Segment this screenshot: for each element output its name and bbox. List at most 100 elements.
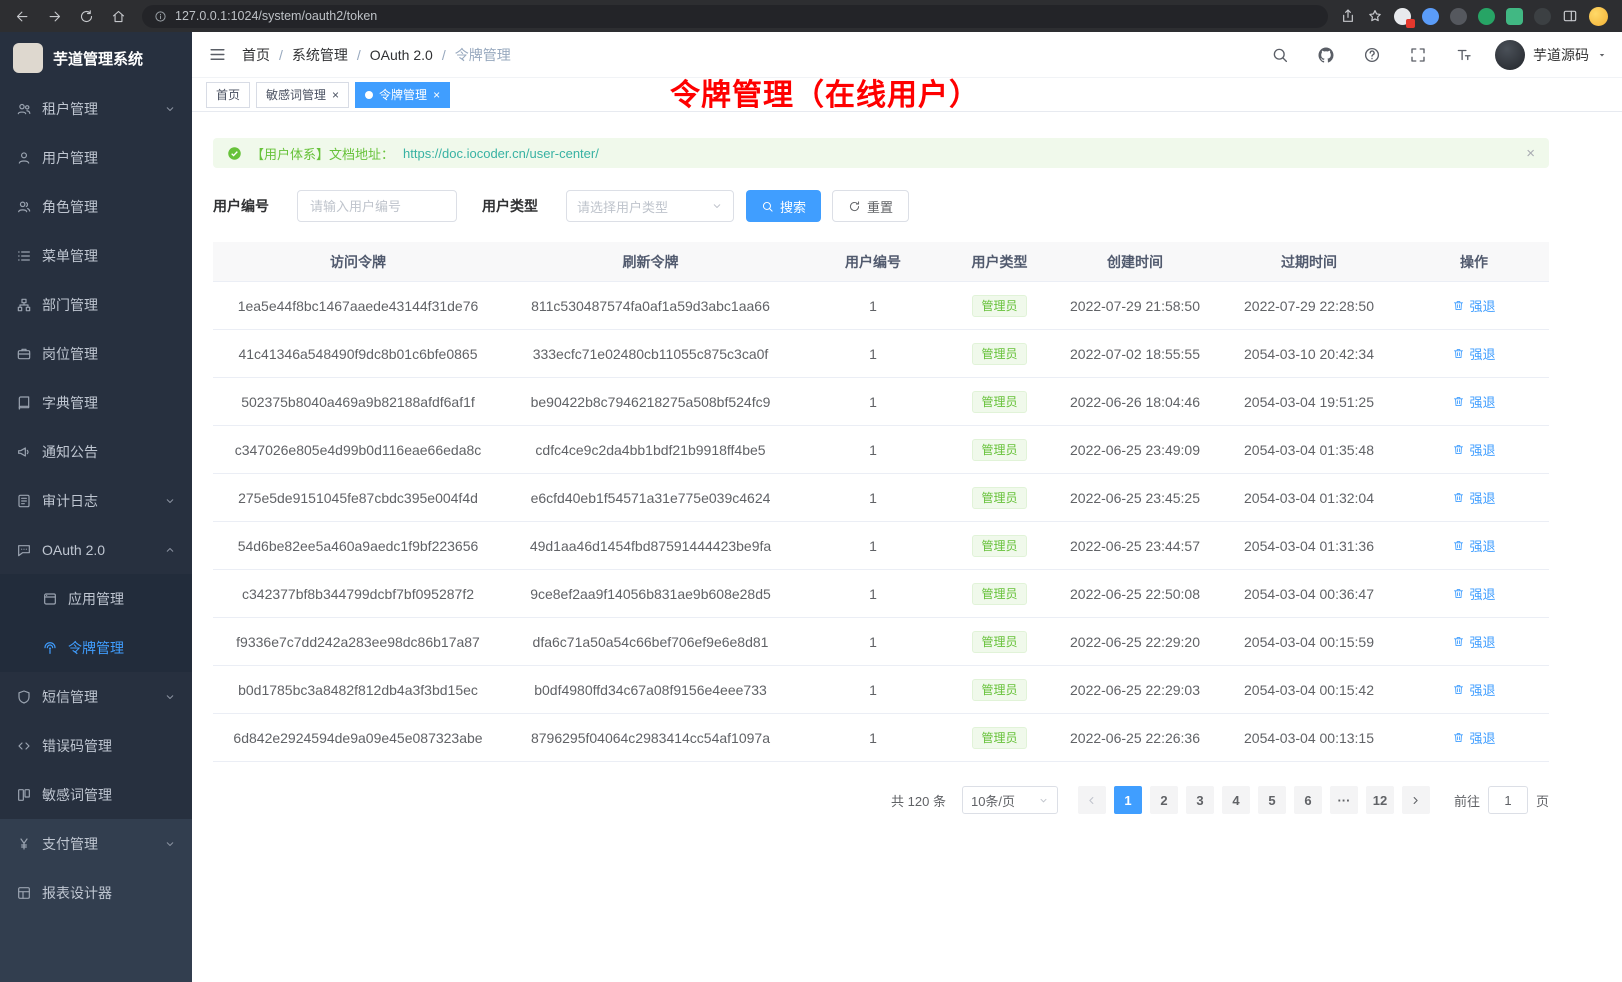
user-id-cell: 1 <box>798 442 948 458</box>
forward-button[interactable] <box>42 4 66 28</box>
address-bar[interactable]: 127.0.0.1:1024/system/oauth2/token <box>142 5 1328 28</box>
total-count: 共 120 条 <box>891 791 946 810</box>
font-size-icon[interactable] <box>1449 40 1479 70</box>
sidebar-item-oauth2[interactable]: OAuth 2.0 <box>0 525 192 574</box>
page-button-4[interactable]: 4 <box>1222 786 1250 814</box>
sidebar-item-report-designer[interactable]: 报表设计器 <box>0 868 192 917</box>
app-window-icon <box>42 591 58 607</box>
page-content: 【用户体系】文档地址： https://doc.iocoder.cn/user-… <box>192 112 1622 814</box>
breadcrumb-item-home[interactable]: 首页 <box>242 45 270 65</box>
close-icon[interactable]: × <box>433 89 440 101</box>
extension-icon-5[interactable] <box>1506 8 1523 25</box>
reset-button[interactable]: 重置 <box>832 190 909 222</box>
table-row: 275e5de9151045fe87cbdc395e004f4d e6cfd40… <box>213 474 1549 522</box>
extension-icon-4[interactable] <box>1478 8 1495 25</box>
force-logout-button[interactable]: 强退 <box>1452 440 1495 459</box>
action-cell: 强退 <box>1399 296 1549 315</box>
force-logout-button[interactable]: 强退 <box>1452 344 1495 363</box>
refresh-token-cell: 8796295f04064c2983414cc54af1097a <box>503 730 798 746</box>
browser-profile-avatar[interactable] <box>1589 7 1608 26</box>
user-type-cell: 管理员 <box>948 487 1051 509</box>
share-icon[interactable] <box>1340 8 1356 24</box>
help-icon[interactable] <box>1357 40 1387 70</box>
user-menu[interactable]: 芋道源码 <box>1495 40 1607 70</box>
sidebar-item-oauth2-app[interactable]: 应用管理 <box>0 574 192 623</box>
sidebar-item-user[interactable]: 用户管理 <box>0 133 192 182</box>
sidebar-item-oauth2-token[interactable]: 令牌管理 <box>0 623 192 672</box>
tab-sensitive-word[interactable]: 敏感词管理 × <box>256 82 349 108</box>
doc-link[interactable]: https://doc.iocoder.cn/user-center/ <box>403 146 599 161</box>
force-logout-button[interactable]: 强退 <box>1452 632 1495 651</box>
page-button-6[interactable]: 6 <box>1294 786 1322 814</box>
sidebar-item-sms[interactable]: 短信管理 <box>0 672 192 721</box>
force-logout-button[interactable]: 强退 <box>1452 680 1495 699</box>
sidebar-item-label: 通知公告 <box>42 442 176 462</box>
extension-icon-2[interactable] <box>1422 8 1439 25</box>
sidebar-item-role[interactable]: 角色管理 <box>0 182 192 231</box>
sidebar-bottom-group: 支付管理 报表设计器 <box>0 819 192 982</box>
app-logo[interactable]: 芋道管理系统 <box>0 32 192 84</box>
alert-close-icon[interactable]: × <box>1526 145 1535 162</box>
breadcrumb-item-token: 令牌管理 <box>455 45 511 65</box>
reload-button[interactable] <box>74 4 98 28</box>
extension-icon-6[interactable] <box>1534 8 1551 25</box>
sidebar-item-dict[interactable]: 字典管理 <box>0 378 192 427</box>
search-button[interactable]: 搜索 <box>746 190 821 222</box>
sidebar-item-post[interactable]: 岗位管理 <box>0 329 192 378</box>
user-avatar <box>1495 40 1525 70</box>
user-type-badge: 管理员 <box>972 583 1026 605</box>
page-button-12[interactable]: 12 <box>1366 786 1394 814</box>
access-token-cell: b0d1785bc3a8482f812db4a3f3bd15ec <box>213 682 503 698</box>
user-id-cell: 1 <box>798 298 948 314</box>
refresh-token-cell: b0df4980ffd34c67a08f9156e4eee733 <box>503 682 798 698</box>
next-page-button[interactable] <box>1402 786 1430 814</box>
page-info-icon[interactable] <box>154 10 167 23</box>
split-screen-icon[interactable] <box>1562 8 1578 24</box>
expire-time-cell: 2054-03-04 00:15:42 <box>1219 682 1399 698</box>
home-button[interactable] <box>106 4 130 28</box>
sidebar-item-dept[interactable]: 部门管理 <box>0 280 192 329</box>
create-time-cell: 2022-06-25 23:45:25 <box>1051 490 1219 506</box>
force-logout-button[interactable]: 强退 <box>1452 584 1495 603</box>
sidebar-item-notice[interactable]: 通知公告 <box>0 427 192 476</box>
close-icon[interactable]: × <box>332 89 339 101</box>
prev-page-button[interactable] <box>1078 786 1106 814</box>
breadcrumb-item-system[interactable]: 系统管理 <box>292 45 348 65</box>
breadcrumb-separator: / <box>357 47 361 63</box>
sidebar-item-pay[interactable]: 支付管理 <box>0 819 192 868</box>
extension-icon-3[interactable] <box>1450 8 1467 25</box>
force-logout-button[interactable]: 强退 <box>1452 488 1495 507</box>
force-logout-button[interactable]: 强退 <box>1452 392 1495 411</box>
more-pages-button[interactable]: ··· <box>1330 786 1358 814</box>
user-id-cell: 1 <box>798 490 948 506</box>
access-token-cell: 502375b8040a469a9b82188afdf6af1f <box>213 394 503 410</box>
sidebar-item-menu[interactable]: 菜单管理 <box>0 231 192 280</box>
search-icon[interactable] <box>1265 40 1295 70</box>
tab-token[interactable]: 令牌管理 × <box>355 82 450 108</box>
github-icon[interactable] <box>1311 40 1341 70</box>
back-button[interactable] <box>10 4 34 28</box>
force-logout-button[interactable]: 强退 <box>1452 536 1495 555</box>
user-type-select[interactable]: 请选择用户类型 <box>566 190 734 222</box>
force-logout-button[interactable]: 强退 <box>1452 728 1495 747</box>
page-size-select[interactable]: 10条/页 <box>962 786 1058 814</box>
extension-icon-1[interactable] <box>1394 8 1411 25</box>
page-button-5[interactable]: 5 <box>1258 786 1286 814</box>
tab-home[interactable]: 首页 <box>206 82 250 108</box>
sidebar-item-audit-log[interactable]: 审计日志 <box>0 476 192 525</box>
sidebar-item-tenant[interactable]: 租户管理 <box>0 84 192 133</box>
page-button-2[interactable]: 2 <box>1150 786 1178 814</box>
page-button-3[interactable]: 3 <box>1186 786 1214 814</box>
bookmark-star-icon[interactable] <box>1367 8 1383 24</box>
user-type-cell: 管理员 <box>948 391 1051 413</box>
sidebar-collapse-button[interactable] <box>192 32 242 77</box>
force-logout-button[interactable]: 强退 <box>1452 296 1495 315</box>
page-goto-input[interactable] <box>1488 786 1528 814</box>
user-id-input[interactable] <box>297 190 457 222</box>
sidebar-item-sensitive-word[interactable]: 敏感词管理 <box>0 770 192 819</box>
page-button-1[interactable]: 1 <box>1114 786 1142 814</box>
sidebar-item-error-code[interactable]: 错误码管理 <box>0 721 192 770</box>
fullscreen-icon[interactable] <box>1403 40 1433 70</box>
breadcrumb-item-oauth2[interactable]: OAuth 2.0 <box>370 47 433 63</box>
delete-icon <box>1452 491 1465 504</box>
